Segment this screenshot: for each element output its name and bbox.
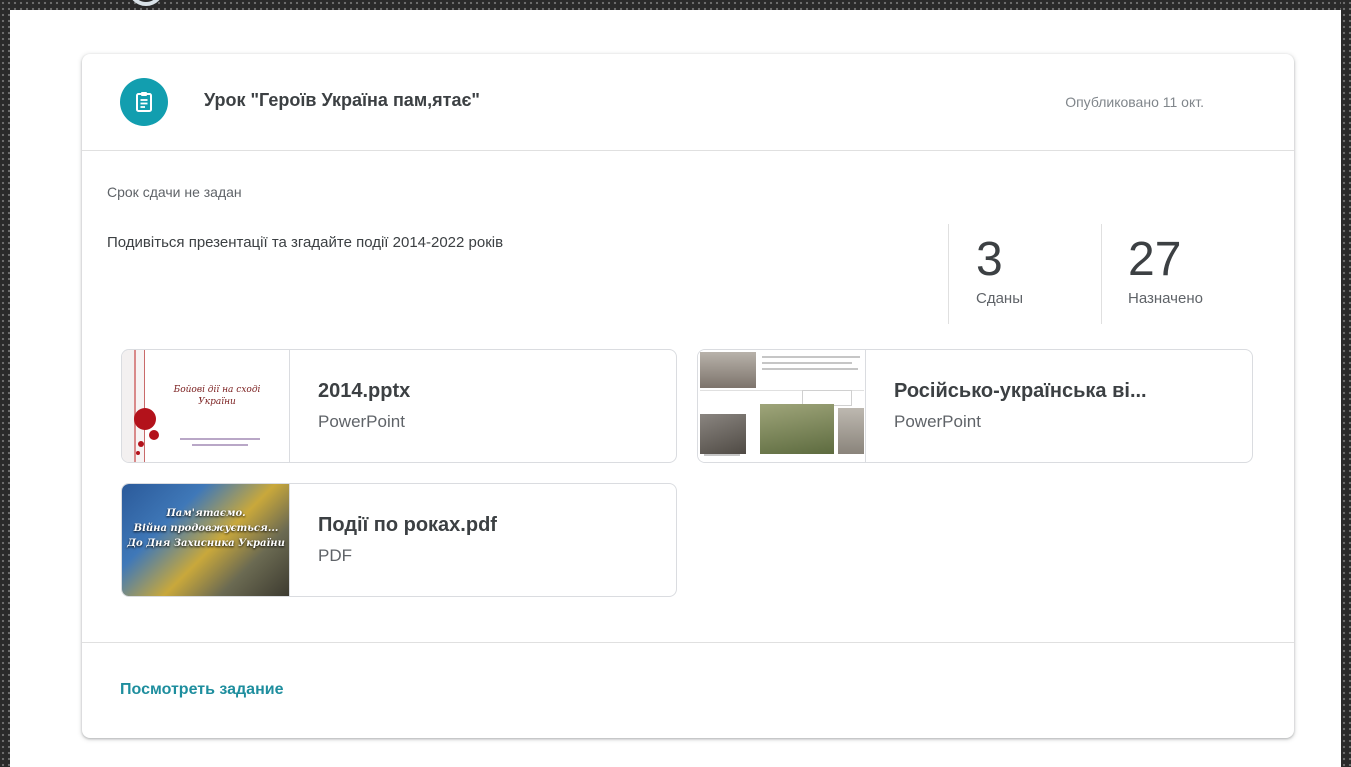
screen-frame-right xyxy=(1341,0,1351,767)
attachment-card[interactable]: Бойові дії на сході України 2014.pptx Po… xyxy=(121,349,677,463)
assigned-stat[interactable]: 27 Назначено xyxy=(1128,232,1203,307)
attachment-type: PowerPoint xyxy=(318,412,405,431)
view-assignment-link[interactable]: Посмотреть задание xyxy=(120,681,283,699)
attachment-thumbnail: Бойові дії на сході України xyxy=(122,350,290,462)
assignment-card: Урок "Героїв Україна пам,ятає" Опубликов… xyxy=(82,54,1294,738)
card-header[interactable]: Урок "Героїв Україна пам,ятає" Опубликов… xyxy=(82,54,1294,151)
screen-frame-top xyxy=(0,0,1351,10)
attachment-thumbnail: Пам'ятаємо. Війна продовжується... До Дн… xyxy=(122,484,290,596)
attachment-card[interactable]: Пам'ятаємо. Війна продовжується... До Дн… xyxy=(121,483,677,597)
thumb-title-line: України xyxy=(198,397,236,407)
due-date: Срок сдачи не задан xyxy=(107,184,242,200)
attachment-name[interactable]: 2014.pptx xyxy=(318,380,410,403)
assignment-icon xyxy=(120,78,168,126)
published-date: Опубликовано 11 окт. xyxy=(1065,94,1204,110)
attachment-card[interactable]: Російсько-українська ві... PowerPoint xyxy=(697,349,1253,463)
thumb-title-line: До Дня Захисника України xyxy=(127,538,285,549)
attachment-name[interactable]: Події по роках.pdf xyxy=(318,514,497,537)
screen-frame-left xyxy=(0,0,10,767)
card-footer: Посмотреть задание xyxy=(82,642,1294,738)
assigned-label: Назначено xyxy=(1128,290,1203,307)
attachment-type: PowerPoint xyxy=(894,412,981,431)
stat-divider xyxy=(948,224,949,324)
assigned-count: 27 xyxy=(1128,233,1182,286)
thumb-title-line: Бойові дії на сході xyxy=(173,385,261,395)
stat-divider xyxy=(1101,224,1102,324)
thumb-title-line: Війна продовжується... xyxy=(133,523,279,534)
attachment-name[interactable]: Російсько-українська ві... xyxy=(894,380,1147,403)
assignment-description: Подивіться презентації та згадайте події… xyxy=(107,234,504,251)
attachment-thumbnail xyxy=(698,350,866,462)
thumb-title-line: Пам'ятаємо. xyxy=(166,508,246,519)
assignment-title[interactable]: Урок "Героїв Україна пам,ятає" xyxy=(204,90,480,111)
attachment-type: PDF xyxy=(318,546,352,565)
turned-in-label: Сданы xyxy=(976,290,1023,307)
turned-in-count: 3 xyxy=(976,233,1003,286)
turned-in-stat[interactable]: 3 Сданы xyxy=(976,232,1023,307)
